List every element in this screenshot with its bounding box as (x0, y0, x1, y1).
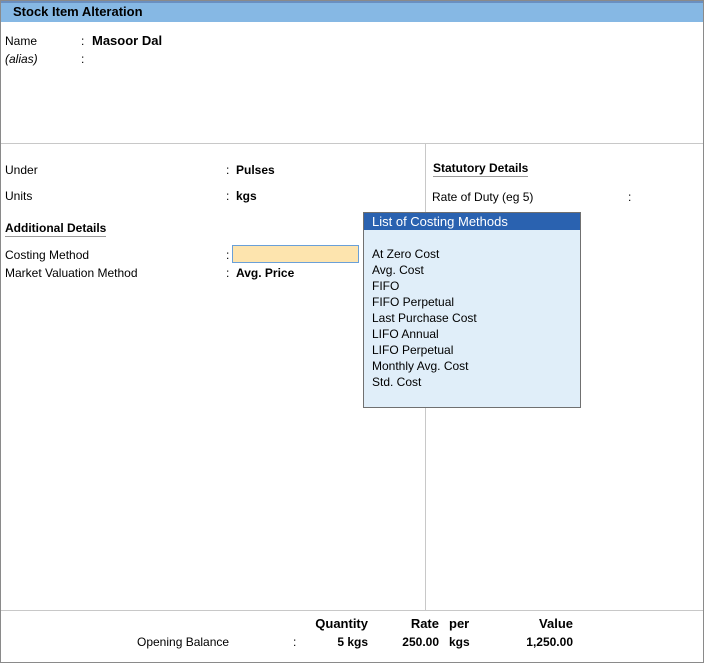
colon: : (226, 266, 230, 280)
statutory-details-heading: Statutory Details (433, 161, 529, 177)
alias-label: (alias) (5, 52, 38, 66)
colon: : (226, 189, 230, 203)
colon: : (628, 190, 632, 204)
list-item[interactable]: Avg. Cost (364, 262, 580, 278)
costing-methods-popup: List of Costing Methods At Zero Cost Avg… (363, 212, 581, 408)
window-title: Stock Item Alteration (13, 4, 143, 19)
rate-header: Rate (410, 616, 439, 631)
colon: : (226, 163, 230, 177)
list-item[interactable]: Monthly Avg. Cost (364, 358, 580, 374)
colon: : (226, 248, 230, 262)
per-header: per (449, 616, 470, 631)
list-item[interactable]: Std. Cost (364, 374, 580, 390)
value-header: Value (539, 616, 573, 631)
window-frame (0, 0, 704, 663)
market-valuation-label: Market Valuation Method (5, 266, 138, 280)
popup-title: List of Costing Methods (364, 213, 580, 230)
list-item[interactable]: LIFO Perpetual (364, 342, 580, 358)
list-item[interactable]: FIFO Perpetual (364, 294, 580, 310)
costing-method-input[interactable] (232, 245, 359, 263)
opening-quantity[interactable]: 5 kgs (288, 635, 368, 649)
list-item[interactable]: At Zero Cost (364, 246, 580, 262)
divider (1, 610, 703, 611)
units-label: Units (5, 189, 33, 203)
under-field[interactable]: Pulses (236, 163, 275, 177)
divider (1, 143, 703, 144)
list-item[interactable]: FIFO (364, 278, 580, 294)
list-item[interactable]: Last Purchase Cost (364, 310, 580, 326)
title-bar: Stock Item Alteration (1, 1, 703, 22)
opening-value[interactable]: 1,250.00 (480, 635, 573, 649)
under-label: Under (5, 163, 38, 177)
costing-method-label: Costing Method (5, 248, 90, 262)
additional-details-heading: Additional Details (5, 221, 107, 237)
name-label: Name (5, 34, 38, 48)
list-item[interactable]: LIFO Annual (364, 326, 580, 342)
colon: : (81, 34, 85, 48)
opening-per[interactable]: kgs (449, 635, 470, 649)
rate-of-duty-label: Rate of Duty (eg 5) (432, 190, 534, 204)
name-field[interactable]: Masoor Dal (92, 33, 162, 48)
colon: : (81, 52, 85, 66)
quantity-header: Quantity (315, 616, 368, 631)
opening-rate[interactable]: 250.00 (380, 635, 439, 649)
market-valuation-field[interactable]: Avg. Price (236, 266, 294, 280)
opening-balance-label: Opening Balance (137, 635, 230, 649)
units-field[interactable]: kgs (236, 189, 257, 203)
